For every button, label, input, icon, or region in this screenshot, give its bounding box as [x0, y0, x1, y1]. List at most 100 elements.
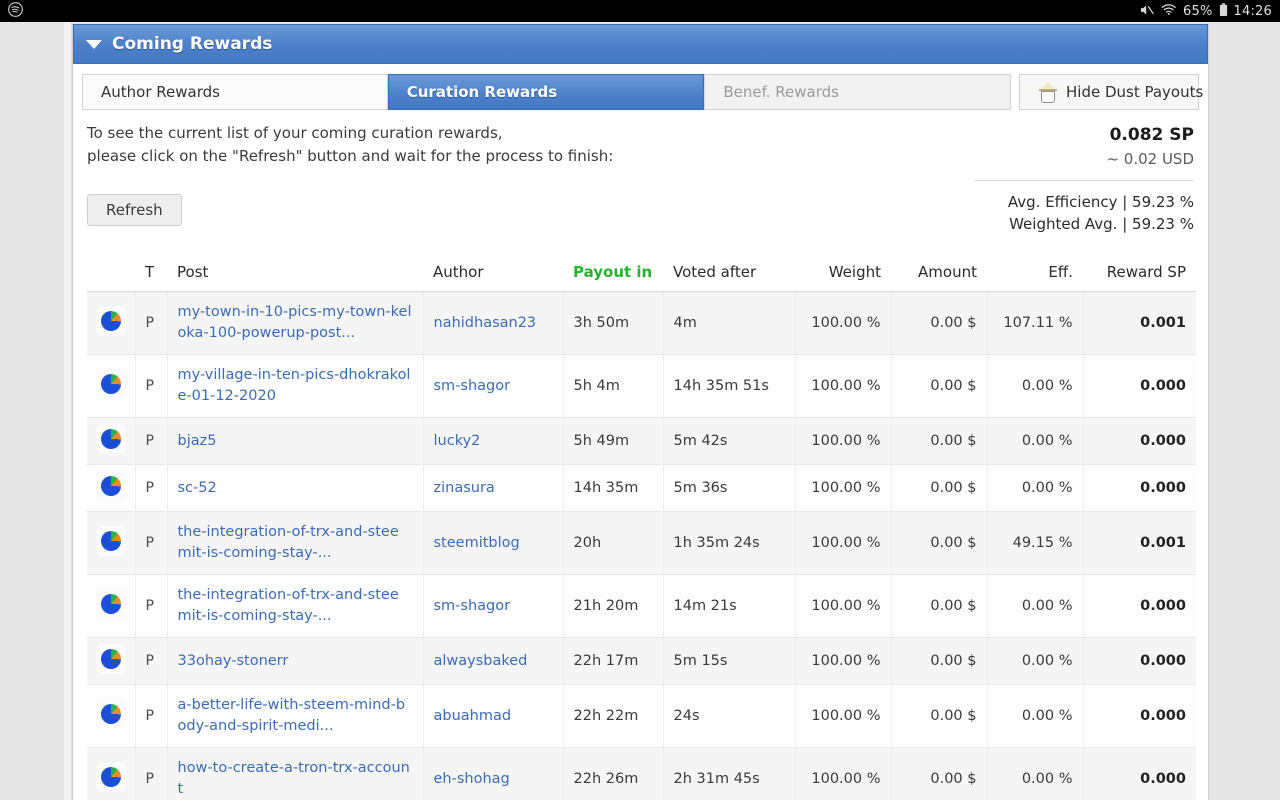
row-type-cell-text: P: [145, 315, 154, 331]
row-payout-cell-text: 5h 4m: [573, 378, 620, 394]
row-post-cell[interactable]: how-to-create-a-tron-trx-account: [167, 747, 424, 800]
row-voted-cell-text: 5m 15s: [673, 653, 728, 669]
column-header-icon[interactable]: [87, 255, 135, 292]
row-author-cell[interactable]: lucky2: [423, 417, 564, 465]
column-header-eff[interactable]: Eff.: [987, 255, 1083, 292]
row-payout-cell: 21h 20m: [563, 574, 664, 638]
row-reward-cell: 0.000: [1083, 354, 1196, 418]
row-eff-cell: 0.00 %: [987, 354, 1084, 418]
row-post-cell[interactable]: the-integration-of-trx-and-steemit-is-co…: [167, 574, 424, 638]
info-section: To see the current list of your coming c…: [73, 118, 1208, 235]
total-sp-value: 0.082 SP: [1109, 125, 1194, 145]
row-author-cell-text: abuahmad: [433, 707, 512, 724]
table-row[interactable]: Phow-to-create-a-tron-trx-account eh-shoh…: [87, 747, 1196, 800]
row-author-cell-text: lucky2: [433, 432, 481, 449]
row-eff-cell-text: 0.00 %: [1021, 771, 1073, 787]
row-author-cell[interactable]: sm-shagor: [423, 574, 564, 638]
column-header-post[interactable]: Post: [167, 255, 423, 292]
pie-chart-icon: [95, 644, 126, 674]
row-reward-cell-text: 0.000: [1140, 598, 1186, 614]
row-amount-cell-text: 0.00 $: [930, 315, 977, 331]
row-eff-cell-text: 107.11 %: [1003, 315, 1073, 331]
row-payout-cell-text: 22h 22m: [573, 708, 639, 724]
row-author-cell[interactable]: alwaysbaked: [423, 637, 564, 685]
row-author-cell[interactable]: steemitblog: [423, 511, 564, 575]
column-header-author[interactable]: Author: [423, 255, 563, 292]
page-left-gutter: [64, 22, 72, 800]
pie-chart-icon: [95, 589, 126, 619]
column-header-weight[interactable]: Weight: [795, 255, 891, 292]
row-post-cell-text: my-village-in-ten-pics-dhokrakole-01-12-…: [177, 367, 411, 404]
table-row[interactable]: Pthe-integration-of-trx-and-steemit-is-c…: [87, 574, 1196, 638]
table-row[interactable]: Pthe-integration-of-trx-and-steemit-is-c…: [87, 511, 1196, 575]
row-amount-cell: 0.00 $: [891, 684, 988, 748]
column-header-voted-after[interactable]: Voted after: [663, 255, 795, 292]
row-author-cell[interactable]: sm-shagor: [423, 354, 564, 418]
row-reward-cell: 0.000: [1083, 684, 1196, 748]
row-reward-cell-text: 0.000: [1140, 378, 1186, 394]
row-icon-cell: [87, 511, 136, 575]
row-icon-cell: [87, 291, 136, 355]
row-type-cell: P: [135, 747, 168, 800]
row-post-cell-text: the-integration-of-trx-and-steemit-is-co…: [177, 587, 399, 624]
row-post-cell[interactable]: a-better-life-with-steem-mind-body-and-s…: [167, 684, 424, 748]
row-amount-cell: 0.00 $: [891, 574, 988, 638]
table-row[interactable]: Pa-better-life-with-steem-mind-body-and-…: [87, 684, 1196, 748]
column-header-payout-in[interactable]: Payout in: [563, 255, 663, 292]
hide-dust-payouts-button[interactable]: Hide Dust Payouts: [1019, 74, 1203, 110]
panel-header[interactable]: Coming Rewards: [73, 24, 1208, 64]
row-post-cell-text: how-to-create-a-tron-trx-account: [177, 760, 410, 797]
wifi-icon: [1161, 3, 1177, 19]
row-weight-cell-text: 100.00 %: [811, 433, 881, 449]
row-post-cell[interactable]: 33ohay-stonerr: [167, 637, 424, 685]
row-reward-cell-text: 0.001: [1140, 535, 1186, 551]
row-voted-cell: 4m: [663, 291, 796, 355]
row-eff-cell: 49.15 %: [987, 511, 1084, 575]
table-row[interactable]: Pbjaz5 lucky2 5h 49m 5m 42s 100.00 % 0.00 $ 0.…: [87, 417, 1196, 465]
summary-panel: 0.082 SP ~ 0.02 USD Avg. Efficiency | 59…: [974, 122, 1194, 235]
table-row[interactable]: P 33ohay-stonerr alwaysbaked 22h 17m 5m 15s 1…: [87, 637, 1196, 685]
row-post-cell[interactable]: my-town-in-10-pics-my-town-keloka-100-po…: [167, 291, 424, 355]
row-type-cell: P: [135, 354, 168, 418]
refresh-button[interactable]: Refresh: [87, 194, 182, 226]
row-author-cell-text: nahidhasan23: [433, 314, 537, 331]
row-eff-cell-text: 0.00 %: [1021, 653, 1073, 669]
table-row[interactable]: Psc-52 zinasura 14h 35m 5m 36s 100.00 % 0.00 …: [87, 464, 1196, 512]
row-payout-cell: 3h 50m: [563, 291, 664, 355]
row-author-cell[interactable]: abuahmad: [423, 684, 564, 748]
row-post-cell[interactable]: my-village-in-ten-pics-dhokrakole-01-12-…: [167, 354, 424, 418]
row-icon-cell: [87, 464, 136, 512]
column-header-amount[interactable]: Amount: [891, 255, 987, 292]
column-header-type[interactable]: T: [135, 255, 167, 292]
table-row[interactable]: Pmy-town-in-10-pics-my-town-keloka-100-p…: [87, 291, 1196, 355]
tab-author-rewards[interactable]: Author Rewards: [82, 74, 388, 110]
row-amount-cell: 0.00 $: [891, 417, 988, 465]
caret-down-icon[interactable]: [86, 39, 102, 49]
row-author-cell[interactable]: zinasura: [423, 464, 564, 512]
tab-curation-rewards[interactable]: Curation Rewards: [387, 74, 705, 110]
row-icon-cell: [87, 747, 136, 800]
column-header-reward-sp[interactable]: Reward SP: [1083, 255, 1196, 292]
row-amount-cell-text: 0.00 $: [930, 480, 977, 496]
row-reward-cell: 0.000: [1083, 637, 1196, 685]
trash-bin-icon: [1038, 81, 1058, 103]
row-post-cell[interactable]: sc-52: [167, 464, 424, 512]
pie-chart-icon: [95, 369, 126, 399]
row-post-cell-text: a-better-life-with-steem-mind-body-and-s…: [177, 697, 406, 734]
instruction-text: To see the current list of your coming c…: [87, 122, 974, 168]
row-post-cell[interactable]: bjaz5: [167, 417, 424, 465]
weighted-avg-value: Weighted Avg. | 59.23 %: [1009, 215, 1194, 233]
row-voted-cell-text: 5m 42s: [673, 433, 728, 449]
row-post-cell[interactable]: the-integration-of-trx-and-steemit-is-co…: [167, 511, 424, 575]
row-payout-cell: 14h 35m: [563, 464, 664, 512]
row-eff-cell-text: 49.15 %: [1012, 535, 1073, 551]
table-header: T Post Author Payout in Voted after Weig…: [87, 255, 1196, 292]
row-author-cell[interactable]: nahidhasan23: [423, 291, 564, 355]
row-author-cell[interactable]: eh-shohag: [423, 747, 564, 800]
tab-benef-rewards[interactable]: Benef. Rewards: [704, 74, 1011, 110]
row-type-cell: P: [135, 684, 168, 748]
row-type-cell-text: P: [145, 480, 154, 496]
row-amount-cell-text: 0.00 $: [930, 653, 977, 669]
table-row[interactable]: Pmy-village-in-ten-pics-dhokrakole-01-12…: [87, 354, 1196, 418]
row-type-cell: P: [135, 511, 168, 575]
